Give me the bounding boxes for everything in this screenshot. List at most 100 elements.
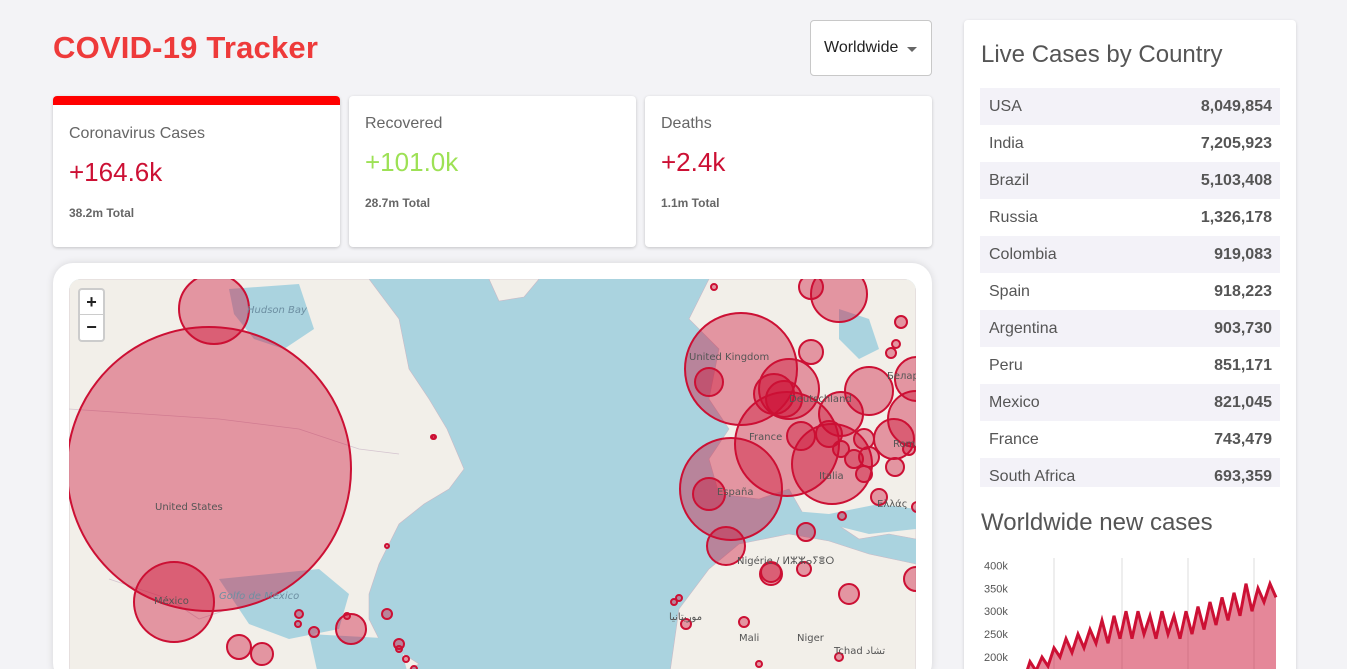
label-hudson-bay: Hudson Bay: [247, 305, 308, 316]
y-tick-label: 350k: [984, 583, 1008, 595]
table-row[interactable]: France 743,479: [980, 421, 1280, 458]
label-united-states: United States: [155, 502, 223, 513]
country-cases: 903,730: [1214, 319, 1272, 337]
map-canvas: Hudson Bay United States México Golfo de…: [69, 279, 916, 669]
cases-card[interactable]: Coronavirus Cases +164.6k 38.2m Total: [53, 96, 340, 247]
right-sidebar: Live Cases by Country USA 8,049,854 India 7…: [964, 20, 1296, 669]
map-container: + − Hudson Bay United States México Golf…: [53, 263, 932, 669]
recovered-card[interactable]: Recovered +101.0k 28.7m Total: [349, 96, 636, 247]
country-name: Spain: [989, 282, 1030, 300]
cases-total: 38.2m Total: [69, 206, 135, 220]
case-circle-canada: [178, 279, 250, 345]
app-title: COVID-19 Tracker: [53, 30, 319, 65]
country-select[interactable]: Worldwide: [810, 20, 932, 76]
recovered-value: +101.0k: [365, 147, 459, 177]
country-name: USA: [989, 97, 1022, 115]
table-row[interactable]: India 7,205,923: [980, 125, 1280, 162]
case-circle-usa: [69, 326, 352, 612]
chevron-down-icon: [907, 47, 917, 52]
label-espana: España: [717, 487, 753, 498]
case-circle-bulgaria: [885, 457, 905, 477]
country-table[interactable]: USA 8,049,854 India 7,205,923 Brazil 5,103,40…: [980, 88, 1280, 487]
case-circle-bahamas: [294, 609, 304, 619]
table-row[interactable]: Mexico 821,045: [980, 384, 1280, 421]
case-circle-ireland: [694, 367, 724, 397]
table-row[interactable]: Brazil 5,103,408: [980, 162, 1280, 199]
new-cases-chart: 400k350k300k250k200k150k: [984, 558, 1278, 669]
world-map[interactable]: + − Hudson Bay United States México Golf…: [69, 279, 916, 669]
recovered-label: Recovered: [365, 115, 443, 132]
case-circle-iceland: [710, 283, 718, 291]
case-circle-cyprus: [911, 501, 916, 513]
deaths-total: 1.1m Total: [661, 196, 720, 210]
case-circle-norway: [798, 279, 824, 300]
country-cases: 7,205,923: [1200, 134, 1272, 152]
table-row[interactable]: Russia 1,326,178: [980, 199, 1280, 236]
table-row[interactable]: South Africa 693,359: [980, 458, 1280, 487]
country-cases: 8,049,854: [1200, 97, 1272, 115]
label-mexico: México: [154, 595, 189, 607]
case-circle-puerto-rico: [343, 612, 351, 620]
case-circle-denmark: [798, 339, 824, 365]
case-circle-guatemala: [226, 634, 252, 660]
case-circle-burkina: [755, 660, 763, 668]
cases-value: +164.6k: [69, 157, 163, 187]
case-circle-azores: [384, 543, 390, 549]
country-name: South Africa: [989, 467, 1076, 485]
table-row[interactable]: Spain 918,223: [980, 273, 1280, 310]
case-circle-niger: [738, 616, 750, 628]
case-circle-finland: [894, 315, 908, 329]
table-row[interactable]: Argentina 903,730: [980, 310, 1280, 347]
case-circle-cuba: [335, 613, 367, 645]
zoom-in-button[interactable]: +: [80, 290, 103, 315]
country-cases: 1,326,178: [1200, 208, 1272, 226]
case-circle-belize: [294, 620, 302, 628]
case-circle-jamaica: [308, 626, 320, 638]
y-tick-label: 250k: [984, 629, 1008, 641]
case-circle-bosnia: [855, 465, 873, 483]
table-row[interactable]: Colombia 919,083: [980, 236, 1280, 273]
label-mauritanie: موريتانيا: [669, 612, 702, 623]
label-nigerie: Nigérie / ⵍⵣⵣⴰⵢⴻⵔ: [737, 555, 834, 567]
active-card-indicator: [53, 96, 340, 105]
case-circle-libya: [838, 583, 860, 605]
country-cases: 851,171: [1214, 356, 1272, 374]
country-name: Colombia: [989, 245, 1057, 263]
label-ellas: Ελλάς: [877, 498, 908, 510]
deaths-label: Deaths: [661, 115, 712, 132]
country-select-value: Worldwide: [824, 39, 899, 56]
table-row[interactable]: USA 8,049,854: [980, 88, 1280, 125]
deaths-card[interactable]: Deaths +2.4k 1.1m Total: [645, 96, 932, 247]
case-circle-estonia: [891, 339, 901, 349]
case-circle-mauritania: [670, 598, 678, 606]
label-mali: Mali: [739, 633, 759, 644]
case-circle-caribbean-1: [395, 645, 403, 653]
case-circle-slovenia: [832, 440, 850, 458]
label-belarus: Белар: [887, 371, 916, 382]
case-circle-caribbean-2: [402, 655, 410, 663]
cases-label: Coronavirus Cases: [69, 125, 206, 142]
deaths-value: +2.4k: [661, 147, 726, 177]
label-deutschland: Deutschland: [789, 394, 852, 405]
case-circle-dominican: [381, 608, 393, 620]
country-cases: 821,045: [1214, 393, 1272, 411]
zoom-out-button[interactable]: −: [80, 315, 103, 340]
country-cases: 5,103,408: [1200, 171, 1272, 189]
country-name: India: [989, 134, 1024, 152]
table-row[interactable]: Peru 851,171: [980, 347, 1280, 384]
y-tick-label: 200k: [984, 652, 1008, 664]
country-cases: 693,359: [1214, 467, 1272, 485]
zoom-control: + −: [78, 288, 105, 342]
country-name: Argentina: [989, 319, 1058, 337]
case-circle-hungary: [853, 428, 875, 450]
y-tick-label: 400k: [984, 560, 1008, 572]
label-romania: Români: [893, 438, 916, 450]
case-circle-tunisia: [796, 522, 816, 542]
case-circle-switzerland: [786, 421, 816, 451]
country-cases: 743,479: [1214, 430, 1272, 448]
country-name: France: [989, 430, 1039, 448]
label-united-kingdom: United Kingdom: [689, 352, 769, 363]
greenland-land: [488, 279, 540, 302]
label-france: France: [749, 432, 782, 443]
label-golfo: Golfo de México: [219, 590, 299, 602]
